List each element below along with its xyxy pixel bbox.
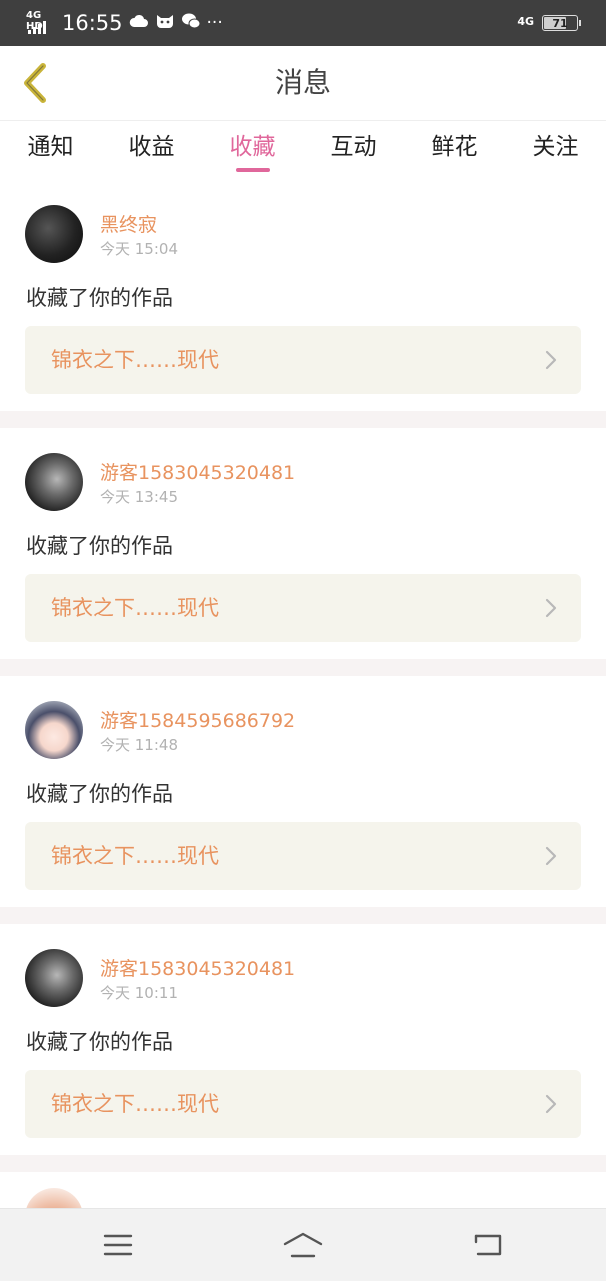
cat-face-icon — [155, 13, 175, 34]
tab-favorites[interactable]: 收藏 — [202, 120, 303, 178]
more-dots-icon: ··· — [206, 13, 223, 33]
avatar[interactable] — [25, 701, 83, 759]
username[interactable]: 游客1584595686792 — [100, 706, 295, 733]
avatar[interactable] — [25, 453, 83, 511]
work-link[interactable]: 锦衣之下……现代 — [25, 326, 581, 394]
list-item: 游客1583045320481 今天 13:45 收藏了你的作品 锦衣之下……现… — [0, 428, 606, 659]
tab-notifications[interactable]: 通知 — [0, 120, 101, 178]
username[interactable]: 游客1583045320481 — [100, 458, 295, 485]
battery-icon: 71 — [542, 15, 581, 31]
message-tabs: 通知 收益 收藏 互动 鲜花 关注 — [0, 120, 606, 178]
action-text: 收藏了你的作品 — [26, 1030, 173, 1054]
app-header: 消息 — [0, 46, 606, 121]
list-item: 游客1584595686792 今天 11:48 收藏了你的作品 锦衣之下……现… — [0, 676, 606, 907]
list-item: 黑终寂 今天 15:04 收藏了你的作品 锦衣之下……现代 — [0, 180, 606, 411]
tab-flowers[interactable]: 鲜花 — [404, 120, 505, 178]
cloud-icon — [129, 13, 149, 33]
mobile-network-label: 4G — [517, 14, 534, 28]
timestamp: 今天 13:45 — [100, 488, 178, 506]
divider — [0, 907, 606, 924]
chevron-right-icon — [545, 846, 557, 866]
action-text: 收藏了你的作品 — [26, 534, 173, 558]
action-text: 收藏了你的作品 — [26, 286, 173, 310]
system-back-button[interactable] — [466, 1223, 510, 1267]
work-link[interactable]: 锦衣之下……现代 — [25, 1070, 581, 1138]
timestamp: 今天 10:11 — [100, 984, 178, 1002]
divider — [0, 659, 606, 676]
home-button[interactable] — [281, 1223, 325, 1267]
battery-level: 71 — [552, 16, 568, 30]
tab-earnings[interactable]: 收益 — [101, 120, 202, 178]
home-icon — [283, 1232, 323, 1258]
avatar[interactable] — [25, 949, 83, 1007]
work-title: 锦衣之下……现代 — [51, 1092, 219, 1116]
timestamp: 今天 15:04 — [100, 240, 178, 258]
system-navigation-bar — [0, 1208, 606, 1281]
page-title: 消息 — [274, 66, 331, 99]
chevron-right-icon — [545, 598, 557, 618]
timestamp: 今天 11:48 — [100, 736, 178, 754]
divider — [0, 1155, 606, 1172]
list-item: 游客1583045320481 今天 10:11 收藏了你的作品 锦衣之下……现… — [0, 924, 606, 1155]
menu-icon — [103, 1234, 133, 1256]
back-icon — [474, 1234, 502, 1256]
message-list: 黑终寂 今天 15:04 收藏了你的作品 锦衣之下……现代 游客15830453… — [0, 180, 606, 1246]
action-text: 收藏了你的作品 — [26, 782, 173, 806]
work-title: 锦衣之下……现代 — [51, 596, 219, 620]
work-title: 锦衣之下……现代 — [51, 348, 219, 372]
cellular-signal-icon: 4G HD — [26, 8, 56, 38]
divider — [0, 411, 606, 428]
chevron-right-icon — [545, 1094, 557, 1114]
work-link[interactable]: 锦衣之下……现代 — [25, 574, 581, 642]
tab-follows[interactable]: 关注 — [505, 120, 606, 178]
tab-interactions[interactable]: 互动 — [303, 120, 404, 178]
username[interactable]: 游客1583045320481 — [100, 954, 295, 981]
work-title: 锦衣之下……现代 — [51, 844, 219, 868]
chevron-right-icon — [545, 350, 557, 370]
work-link[interactable]: 锦衣之下……现代 — [25, 822, 581, 890]
username[interactable]: 黑终寂 — [100, 210, 157, 237]
wechat-icon — [181, 13, 201, 34]
status-time: 16:55 — [62, 11, 123, 35]
menu-button[interactable] — [96, 1223, 140, 1267]
status-bar: 4G HD 16:55 ··· 4G 71 — [0, 0, 606, 46]
avatar[interactable] — [25, 205, 83, 263]
